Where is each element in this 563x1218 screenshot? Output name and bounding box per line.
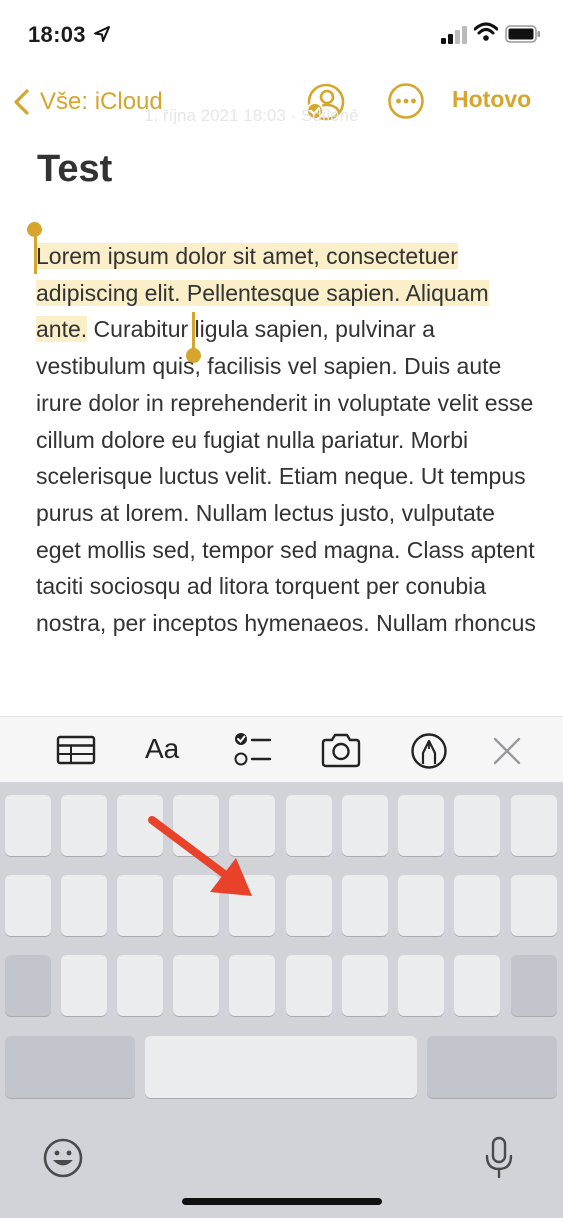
camera-icon[interactable] [320,731,362,771]
emoji-icon[interactable] [42,1137,84,1179]
keyboard-key[interactable] [229,955,275,1016]
back-button[interactable]: Vše: iCloud [12,84,163,120]
text-format-button[interactable]: Aa [145,733,179,773]
keyboard-key[interactable] [342,955,388,1016]
more-options-icon[interactable] [386,81,426,121]
done-button[interactable]: Hotovo [452,86,531,113]
keyboard-key[interactable] [454,955,500,1016]
note-date: 1. října 2021 18:03 · Sdílené [144,106,359,125]
keyboard-key[interactable] [286,955,332,1016]
space-key[interactable] [145,1036,417,1098]
keyboard-key[interactable] [117,955,163,1016]
selection-start-caret [34,234,37,274]
keyboard-key[interactable] [454,795,500,856]
chevron-left-icon [14,89,29,115]
shift-key[interactable] [5,955,51,1016]
formatting-toolbar: Aa [0,716,563,783]
location-arrow-icon [94,26,110,42]
keyboard-key[interactable] [5,795,51,856]
numbers-key[interactable] [5,1036,135,1098]
battery-icon [505,25,540,43]
keyboard-key[interactable] [511,795,557,856]
table-icon[interactable] [56,731,96,771]
note-title[interactable]: Test [37,148,112,191]
markup-pen-icon[interactable] [409,731,449,771]
status-bar: 18:03 [0,0,563,70]
note-body[interactable]: Lorem ipsum dolor sit amet, consectetuer… [36,238,536,642]
cellular-signal-icon [441,26,467,44]
keyboard-key[interactable] [342,875,388,936]
wifi-icon [474,22,498,41]
microphone-icon[interactable] [484,1136,514,1180]
note-body-text: Curabitur ligula sapien, pulvinar a vest… [36,316,536,637]
keyboard-key[interactable] [286,875,332,936]
keyboard-key[interactable] [61,875,107,936]
keyboard-key[interactable] [454,875,500,936]
status-time: 18:03 [28,22,86,47]
keyboard-key[interactable] [173,955,219,1016]
selection-end-handle[interactable] [186,348,201,363]
home-indicator [182,1198,382,1205]
checklist-icon[interactable] [232,731,274,771]
annotation-arrow-icon [148,816,252,896]
keyboard-key[interactable] [398,955,444,1016]
keyboard-key[interactable] [61,955,107,1016]
keyboard-key[interactable] [286,795,332,856]
keyboard-key[interactable] [5,875,51,936]
selection-end-caret [192,312,195,352]
keyboard-key[interactable] [511,875,557,936]
keyboard-key[interactable] [398,875,444,936]
close-icon[interactable] [492,731,522,771]
keyboard-key[interactable] [61,795,107,856]
return-key[interactable] [427,1036,557,1098]
delete-key[interactable] [511,955,557,1016]
keyboard-key[interactable] [342,795,388,856]
keyboard-key[interactable] [398,795,444,856]
